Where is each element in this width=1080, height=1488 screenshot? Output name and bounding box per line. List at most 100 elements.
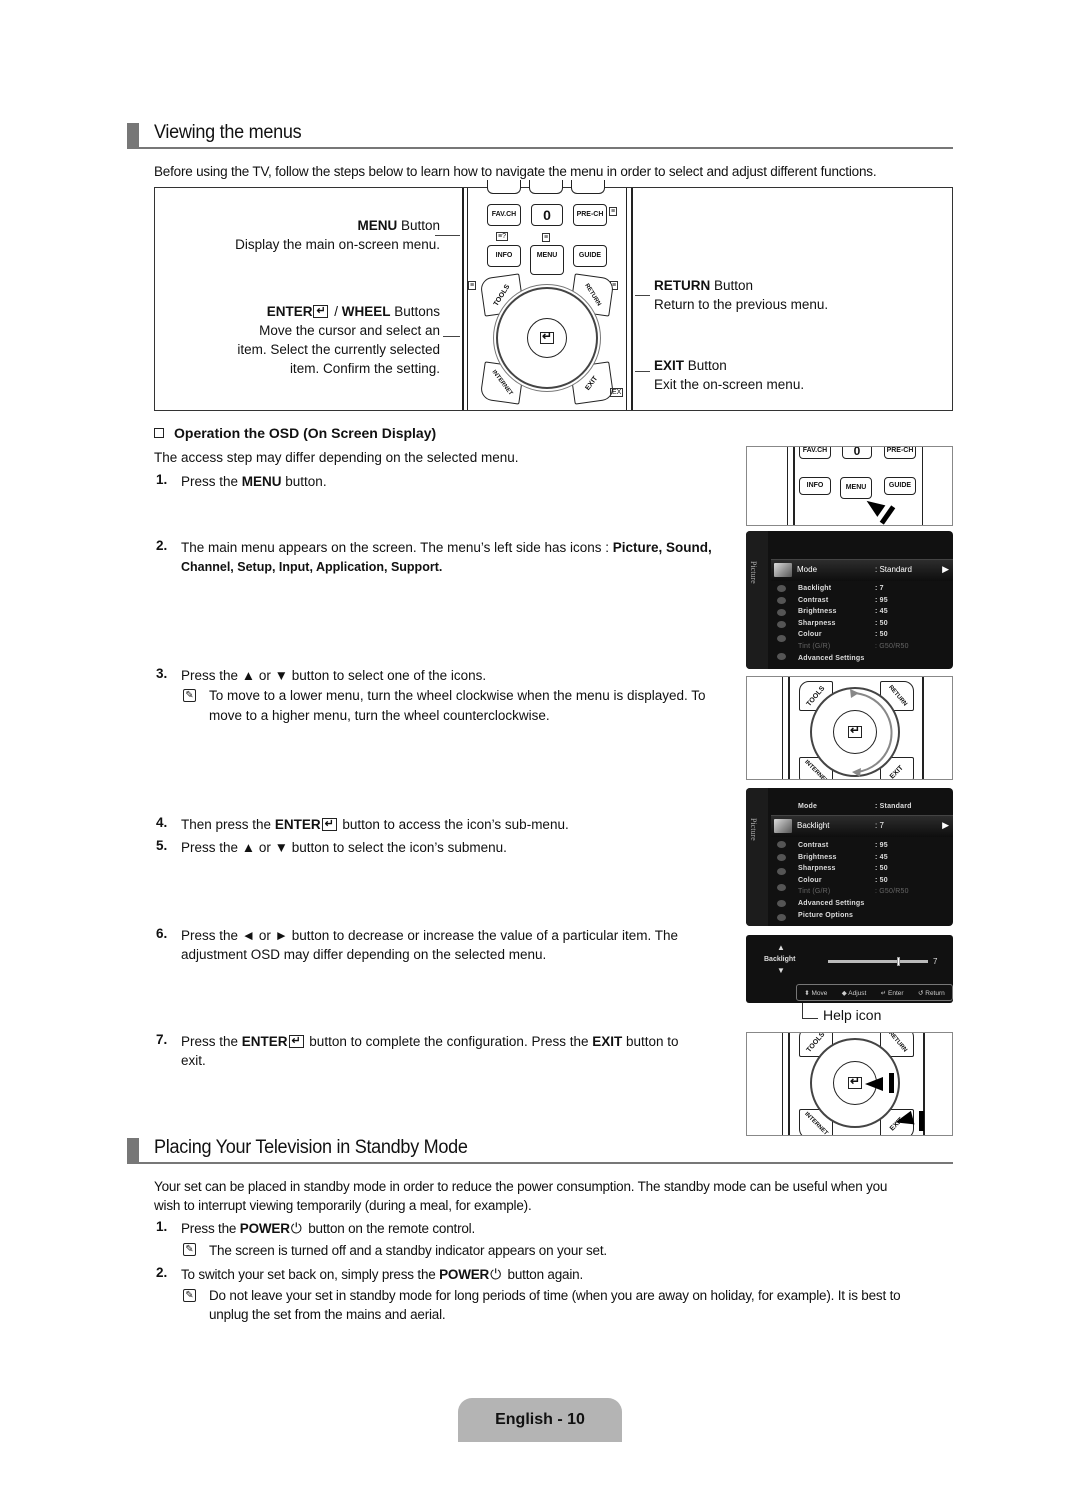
osd-row[interactable]: Tint (G/R): G50/R50 bbox=[798, 643, 953, 655]
osd-row[interactable]: Colour : 50 bbox=[798, 877, 953, 889]
zero-button: 0 bbox=[842, 447, 872, 459]
callout-text: Button bbox=[684, 358, 727, 373]
osd-row-label: Advanced Settings bbox=[798, 654, 865, 662]
remote-edge bbox=[467, 188, 468, 410]
text-bold: MENU bbox=[241, 474, 282, 489]
remote-edge bbox=[631, 188, 633, 410]
enter-icon bbox=[288, 1032, 304, 1051]
pre-ch-button: PRE-CH bbox=[573, 204, 607, 226]
clockwise-arrow-icon bbox=[850, 689, 893, 777]
pre-ch-button: PRE-CH bbox=[884, 447, 916, 459]
subsection-heading: Operation the OSD (On Screen Display) bbox=[154, 425, 436, 441]
osd-row[interactable]: Contrast: 95 bbox=[798, 842, 953, 854]
remote-button bbox=[529, 180, 563, 194]
teletext-index-icon: ≡ bbox=[542, 233, 551, 242]
enter-help: ↵ Enter bbox=[881, 989, 904, 997]
text: Press the bbox=[181, 474, 242, 489]
callout-text: Button bbox=[710, 278, 754, 293]
osd-side-tab: Picture bbox=[746, 531, 768, 669]
info-button: INFO bbox=[487, 245, 521, 267]
osd-row[interactable]: Colour: 50 bbox=[798, 631, 953, 643]
remote-edge bbox=[922, 677, 924, 779]
text: button to complete the configuration. Pr… bbox=[305, 1034, 593, 1049]
section-title: Placing Your Television in Standby Mode bbox=[154, 1137, 468, 1158]
step-text: To switch your set back on, simply press… bbox=[181, 1265, 583, 1284]
setup-icon bbox=[777, 609, 786, 616]
osd-row[interactable]: Tint (G/R): G50/R50 bbox=[798, 888, 953, 900]
text: button on the remote control. bbox=[304, 1221, 476, 1236]
input-icon bbox=[777, 621, 786, 628]
pointer-bar bbox=[889, 1073, 894, 1093]
osd-row[interactable]: Brightness: 45 bbox=[798, 854, 953, 866]
menu-button-callout: MENU Button Display the main on-screen m… bbox=[235, 216, 440, 254]
osd-row[interactable]: Picture Options bbox=[798, 912, 953, 924]
step-text: Press the ENTER button to complete the c… bbox=[181, 1032, 679, 1051]
step-text: Press the ▲ or ▼ button to select the ic… bbox=[181, 840, 507, 855]
remote-edge bbox=[782, 677, 783, 779]
move-icon: ⬍ bbox=[804, 989, 810, 997]
osd-row-label: Advanced Settings bbox=[798, 900, 865, 907]
osd-row[interactable]: Backlight : 7 bbox=[798, 585, 953, 597]
lead-text: The access step may differ depending on … bbox=[154, 450, 519, 465]
osd-selected-row[interactable]: Mode : Standard ▶ bbox=[771, 559, 953, 581]
return-icon: ↺ bbox=[917, 989, 924, 997]
menu-button: MENU bbox=[840, 477, 872, 499]
callout-desc: Move the cursor and select an bbox=[259, 323, 440, 338]
remote-edge bbox=[626, 188, 627, 410]
enter-icon bbox=[540, 329, 554, 344]
osd-row[interactable]: Sharpness: 50 bbox=[798, 865, 953, 877]
up-arrow-icon: ▲ bbox=[777, 943, 785, 952]
picture-icon bbox=[774, 563, 792, 577]
text: button to access the icon’s sub-menu. bbox=[338, 817, 569, 832]
power-icon: ⏻ bbox=[490, 1266, 501, 1282]
callout-bold: ENTER bbox=[266, 304, 313, 319]
step-text: Press the ▲ or ▼ button to select one of… bbox=[181, 668, 487, 683]
osd-row-label: Contrast bbox=[798, 842, 829, 849]
note-text: To move to a lower menu, turn the wheel … bbox=[209, 688, 706, 703]
osd-row-label: Backlight bbox=[798, 585, 832, 592]
osd-row-value: : 7 bbox=[875, 585, 884, 592]
heading-bar bbox=[127, 123, 139, 147]
remote-control-illustration: FAV.CH 0 PRE-CH ≡ ≡? ≡ INFO MENU GUIDE ≡… bbox=[460, 180, 635, 410]
remote-edge bbox=[793, 447, 795, 525]
step-text: exit. bbox=[181, 1053, 206, 1068]
return-help: ↺ Return bbox=[918, 989, 945, 997]
text: button. bbox=[281, 474, 327, 489]
osd-row-value: : 7 bbox=[875, 821, 884, 830]
help-label: Enter bbox=[888, 989, 904, 997]
fav-ch-button: FAV.CH bbox=[799, 447, 831, 459]
osd-selected-row[interactable]: Backlight : 7 ▶ bbox=[771, 815, 953, 837]
support-icon bbox=[777, 914, 786, 921]
osd-row[interactable]: Advanced Settings bbox=[798, 655, 953, 667]
text-bold: Channel, Setup, Input, Application, Supp… bbox=[181, 560, 443, 574]
osd-row[interactable]: Brightness: 45 bbox=[798, 608, 953, 620]
osd-row-value: : 95 bbox=[875, 596, 888, 604]
osd-row-value: : 50 bbox=[875, 876, 888, 884]
return-label: RETURN bbox=[582, 282, 602, 308]
backlight-slider[interactable] bbox=[828, 957, 928, 966]
pointer-arrow-icon bbox=[865, 1077, 883, 1091]
osd-picture-submenu: Picture Mode: Standard Backlight : 7 ▶ C… bbox=[746, 788, 953, 926]
zero-button: 0 bbox=[531, 204, 563, 226]
osd-row-label: Backlight bbox=[797, 821, 830, 830]
osd-row[interactable]: Sharpness: 50 bbox=[798, 620, 953, 632]
text-bold: POWER bbox=[439, 1267, 490, 1282]
osd-row[interactable]: Advanced Settings bbox=[798, 900, 953, 912]
osd-row[interactable]: Mode: Standard bbox=[798, 803, 953, 815]
step-text: Press the MENU button. bbox=[181, 472, 327, 491]
remote-button bbox=[487, 180, 521, 194]
adjust-value: 7 bbox=[933, 957, 938, 966]
osd-row[interactable]: Contrast: 95 bbox=[798, 597, 953, 609]
power-icon: ⏻ bbox=[290, 1220, 302, 1236]
slider-handle[interactable] bbox=[897, 957, 900, 966]
step-number: 2. bbox=[156, 1265, 168, 1280]
osd-row-value: : G50/R50 bbox=[875, 888, 909, 896]
note-text: The screen is turned off and a standby i… bbox=[209, 1243, 607, 1258]
note-text: move to a higher menu, turn the wheel co… bbox=[209, 708, 550, 723]
sound-icon bbox=[777, 585, 786, 592]
osd-row-label: Mode bbox=[797, 565, 818, 574]
osd-row-label: Colour bbox=[798, 876, 822, 884]
setup-icon bbox=[777, 868, 786, 875]
text: button again. bbox=[504, 1267, 584, 1282]
note-text: Do not leave your set in standby mode fo… bbox=[209, 1288, 901, 1303]
